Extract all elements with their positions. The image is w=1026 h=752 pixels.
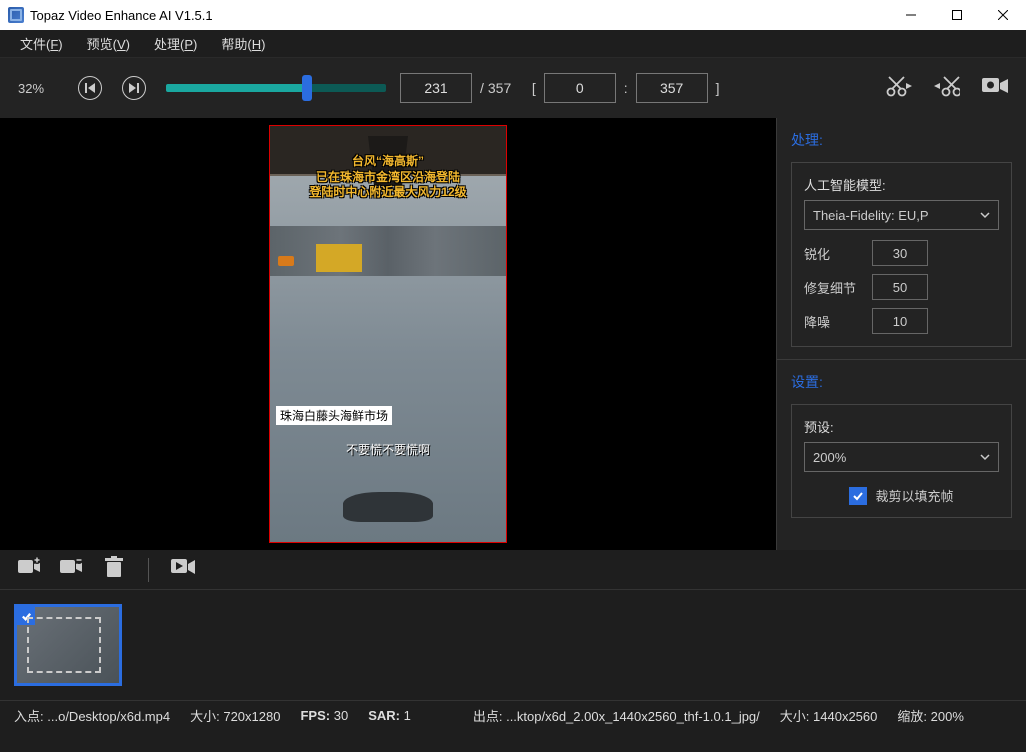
menubar: 文件(F) 预览(V) 处理(P) 帮助(H) [0, 30, 1026, 58]
titlebar: Topaz Video Enhance AI V1.5.1 [0, 0, 1026, 30]
zoom-level: 32% [18, 81, 58, 96]
video-location-tag: 珠海白藤头海鲜市场 [276, 406, 392, 425]
menu-file[interactable]: 文件(F) [8, 32, 75, 55]
record-icon[interactable] [982, 75, 1008, 102]
close-button[interactable] [980, 0, 1026, 30]
bracket-open: [ [532, 80, 536, 96]
statusbar: 入点: ...o/Desktop/x6d.mp4 大小: 720x1280 FP… [0, 700, 1026, 730]
preset-dropdown[interactable]: 200% [804, 442, 999, 472]
current-frame-input[interactable] [400, 73, 472, 103]
content-area: 台风“海高斯” 已在珠海市金湾区沿海登陆 登陆时中心附近最大风力12级 珠海白藤… [0, 118, 1026, 550]
sharpen-label: 锐化 [804, 244, 862, 263]
minimize-button[interactable] [888, 0, 934, 30]
thumbnail-item[interactable] [14, 604, 122, 686]
menu-preview[interactable]: 预览(V) [75, 32, 142, 55]
maximize-button[interactable] [934, 0, 980, 30]
denoise-value[interactable]: 10 [872, 308, 928, 334]
prev-frame-button[interactable] [78, 76, 102, 100]
crop-checkbox-row[interactable]: 裁剪以填充帧 [804, 486, 999, 505]
colon-sep: : [624, 80, 628, 96]
toolbar-divider [148, 558, 149, 582]
app-icon [8, 7, 24, 23]
trash-icon[interactable] [102, 556, 126, 583]
preset-label: 预设: [804, 417, 999, 436]
cut-out-icon[interactable] [934, 75, 960, 102]
total-frames: 357 [488, 80, 520, 96]
ai-model-value: Theia-Fidelity: EU,P [813, 208, 929, 223]
crop-checkbox[interactable] [849, 487, 867, 505]
toolbar: 32% / 357 [ : ] [0, 58, 1026, 118]
crop-label: 裁剪以填充帧 [875, 486, 953, 505]
preset-value: 200% [813, 450, 846, 465]
menu-process[interactable]: 处理(P) [142, 32, 209, 55]
denoise-label: 降噪 [804, 312, 862, 331]
slash-sep: / [480, 80, 484, 96]
window-title: Topaz Video Enhance AI V1.5.1 [30, 8, 888, 23]
detail-value[interactable]: 50 [872, 274, 928, 300]
settings-header: 设置: [791, 372, 1012, 392]
video-subtitle: 不要慌不要慌啊 [270, 441, 506, 458]
process-video-icon[interactable] [171, 556, 195, 583]
right-panel: 处理: 人工智能模型: Theia-Fidelity: EU,P 锐化 30 修… [776, 118, 1026, 550]
secondary-toolbar [0, 550, 1026, 590]
sharpen-value[interactable]: 30 [872, 240, 928, 266]
chevron-down-icon [980, 452, 990, 462]
processing-header: 处理: [791, 130, 1012, 150]
timeline-slider[interactable] [166, 84, 386, 92]
thumbnail-crop-indicator [27, 617, 101, 673]
video-frame: 台风“海高斯” 已在珠海市金湾区沿海登陆 登陆时中心附近最大风力12级 珠海白藤… [269, 125, 507, 543]
thumbnail-strip [0, 590, 1026, 700]
remove-video-icon[interactable] [60, 556, 84, 583]
menu-help[interactable]: 帮助(H) [209, 32, 277, 55]
add-video-icon[interactable] [18, 556, 42, 583]
slider-handle[interactable] [302, 75, 312, 101]
out-frame-input[interactable] [636, 73, 708, 103]
in-frame-input[interactable] [544, 73, 616, 103]
ai-model-label: 人工智能模型: [804, 175, 999, 194]
preview-pane[interactable]: 台风“海高斯” 已在珠海市金湾区沿海登陆 登陆时中心附近最大风力12级 珠海白藤… [0, 118, 776, 550]
detail-label: 修复细节 [804, 278, 862, 297]
ai-model-dropdown[interactable]: Theia-Fidelity: EU,P [804, 200, 999, 230]
video-headline: 台风“海高斯” 已在珠海市金湾区沿海登陆 登陆时中心附近最大风力12级 [270, 154, 506, 201]
cut-in-icon[interactable] [886, 75, 912, 102]
bracket-close: ] [716, 80, 720, 96]
chevron-down-icon [980, 210, 990, 220]
next-frame-button[interactable] [122, 76, 146, 100]
